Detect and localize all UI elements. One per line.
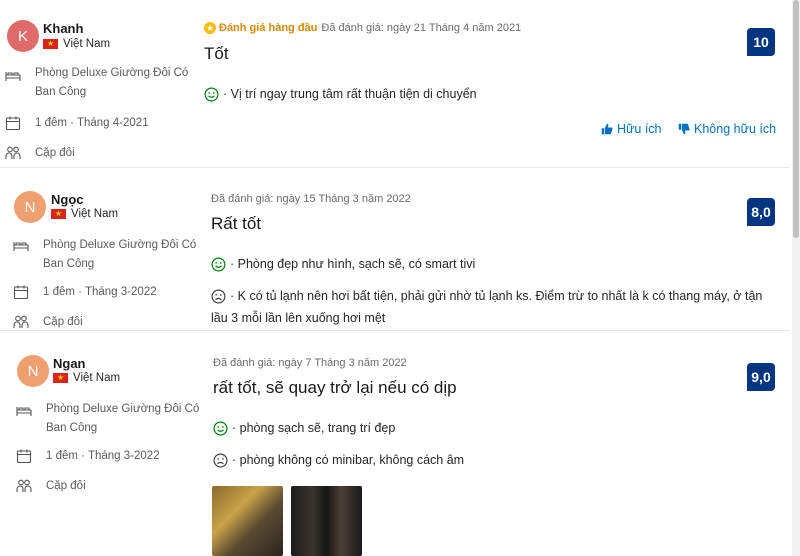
positive-comment: · Vị trí ngay trung tâm rất thuận tiện d… xyxy=(204,83,477,105)
review-date-text: Đã đánh giá: ngày 7 Tháng 3 năm 2022 xyxy=(213,357,407,369)
review-date: Đã đánh giá: ngày 7 Tháng 3 năm 2022 xyxy=(213,357,407,369)
bed-icon xyxy=(16,407,32,416)
avatar: N xyxy=(17,355,49,387)
calendar-icon xyxy=(16,449,32,464)
scrollbar-thumb[interactable] xyxy=(793,0,799,238)
country-label: Việt Nam xyxy=(73,372,121,384)
review-date: ★ Đánh giá hàng đầu Đã đánh giá: ngày 21… xyxy=(204,22,521,34)
room-type: Phòng Deluxe Giường Đôi Có Ban Công xyxy=(35,67,189,98)
people-icon xyxy=(13,315,29,328)
vietnam-flag-icon xyxy=(43,38,58,50)
room-type: Phòng Deluxe Giường Đôi Có Ban Công xyxy=(46,403,200,434)
review-photo[interactable] xyxy=(291,486,362,556)
room-type: Phòng Deluxe Giường Đôi Có Ban Công xyxy=(43,239,197,270)
positive-comment: · phòng sạch sẽ, trang trí đẹp xyxy=(213,417,395,439)
thumbs-down-icon xyxy=(678,123,690,135)
review-date: Đã đánh giá: ngày 15 Tháng 3 năm 2022 xyxy=(211,193,411,205)
reviewer-name: Ngọc xyxy=(51,192,84,207)
not-helpful-label: Không hữu ích xyxy=(694,122,777,136)
thumbs-up-icon xyxy=(601,123,613,135)
calendar-icon xyxy=(13,285,29,300)
happy-face-icon xyxy=(211,257,226,272)
review-title: Tốt xyxy=(204,44,229,63)
traveler-type: Cặp đôi xyxy=(35,147,75,159)
reviewer-name: Ngan xyxy=(53,356,86,371)
country-label: Việt Nam xyxy=(63,38,111,50)
vietnam-flag-icon xyxy=(53,372,68,384)
review-divider xyxy=(0,330,790,331)
avatar: N xyxy=(14,191,46,223)
review-divider xyxy=(0,167,790,168)
review-date-text: Đã đánh giá: ngày 15 Tháng 3 năm 2022 xyxy=(211,193,411,205)
vietnam-flag-icon xyxy=(51,208,66,220)
review-score: 8,0 xyxy=(747,198,775,226)
review-score: 9,0 xyxy=(747,363,775,391)
stay-info: 1 đêm · Tháng 3-2022 xyxy=(46,450,160,462)
people-icon xyxy=(5,146,21,159)
reviewer-country: Việt Nam xyxy=(53,372,120,384)
reviewer-name: Khanh xyxy=(43,21,84,36)
traveler-type: Cặp đôi xyxy=(46,480,86,492)
bed-icon xyxy=(5,72,21,81)
sad-face-icon xyxy=(213,453,228,468)
happy-face-icon xyxy=(213,421,228,436)
scrollbar[interactable] xyxy=(792,0,800,556)
bed-icon xyxy=(13,242,29,251)
country-label: Việt Nam xyxy=(71,208,119,220)
sad-face-icon xyxy=(211,289,226,304)
positive-comment: · Phòng đẹp như hình, sạch sẽ, có smart … xyxy=(211,253,475,275)
stay-info: 1 đêm · Tháng 4-2021 xyxy=(35,117,149,129)
review-title: Rất tốt xyxy=(211,214,262,233)
review-date-text: Đã đánh giá: ngày 21 Tháng 4 năm 2021 xyxy=(321,22,522,34)
happy-face-icon xyxy=(204,87,219,102)
avatar: K xyxy=(7,20,39,52)
people-icon xyxy=(16,479,32,492)
helpful-label: Hữu ích xyxy=(617,122,662,136)
stay-info: 1 đêm · Tháng 3-2022 xyxy=(43,286,157,298)
reviewer-country: Việt Nam xyxy=(51,208,118,220)
star-badge-icon: ★ xyxy=(204,22,216,34)
not-helpful-button[interactable]: Không hữu ích xyxy=(678,122,776,136)
reviewer-country: Việt Nam xyxy=(43,38,110,50)
negative-comment: · K có tủ lạnh nên hơi bất tiện, phải gử… xyxy=(211,289,763,325)
review-photo[interactable] xyxy=(212,486,283,556)
review-score: 10 xyxy=(747,28,775,56)
helpful-button[interactable]: Hữu ích xyxy=(601,122,662,136)
negative-comment: · phòng không có minibar, không cách âm xyxy=(213,449,464,471)
top-review-badge: ★ Đánh giá hàng đầu xyxy=(204,22,318,34)
calendar-icon xyxy=(5,116,21,131)
review-title: rất tốt, sẽ quay trở lại nếu có dịp xyxy=(213,378,457,397)
